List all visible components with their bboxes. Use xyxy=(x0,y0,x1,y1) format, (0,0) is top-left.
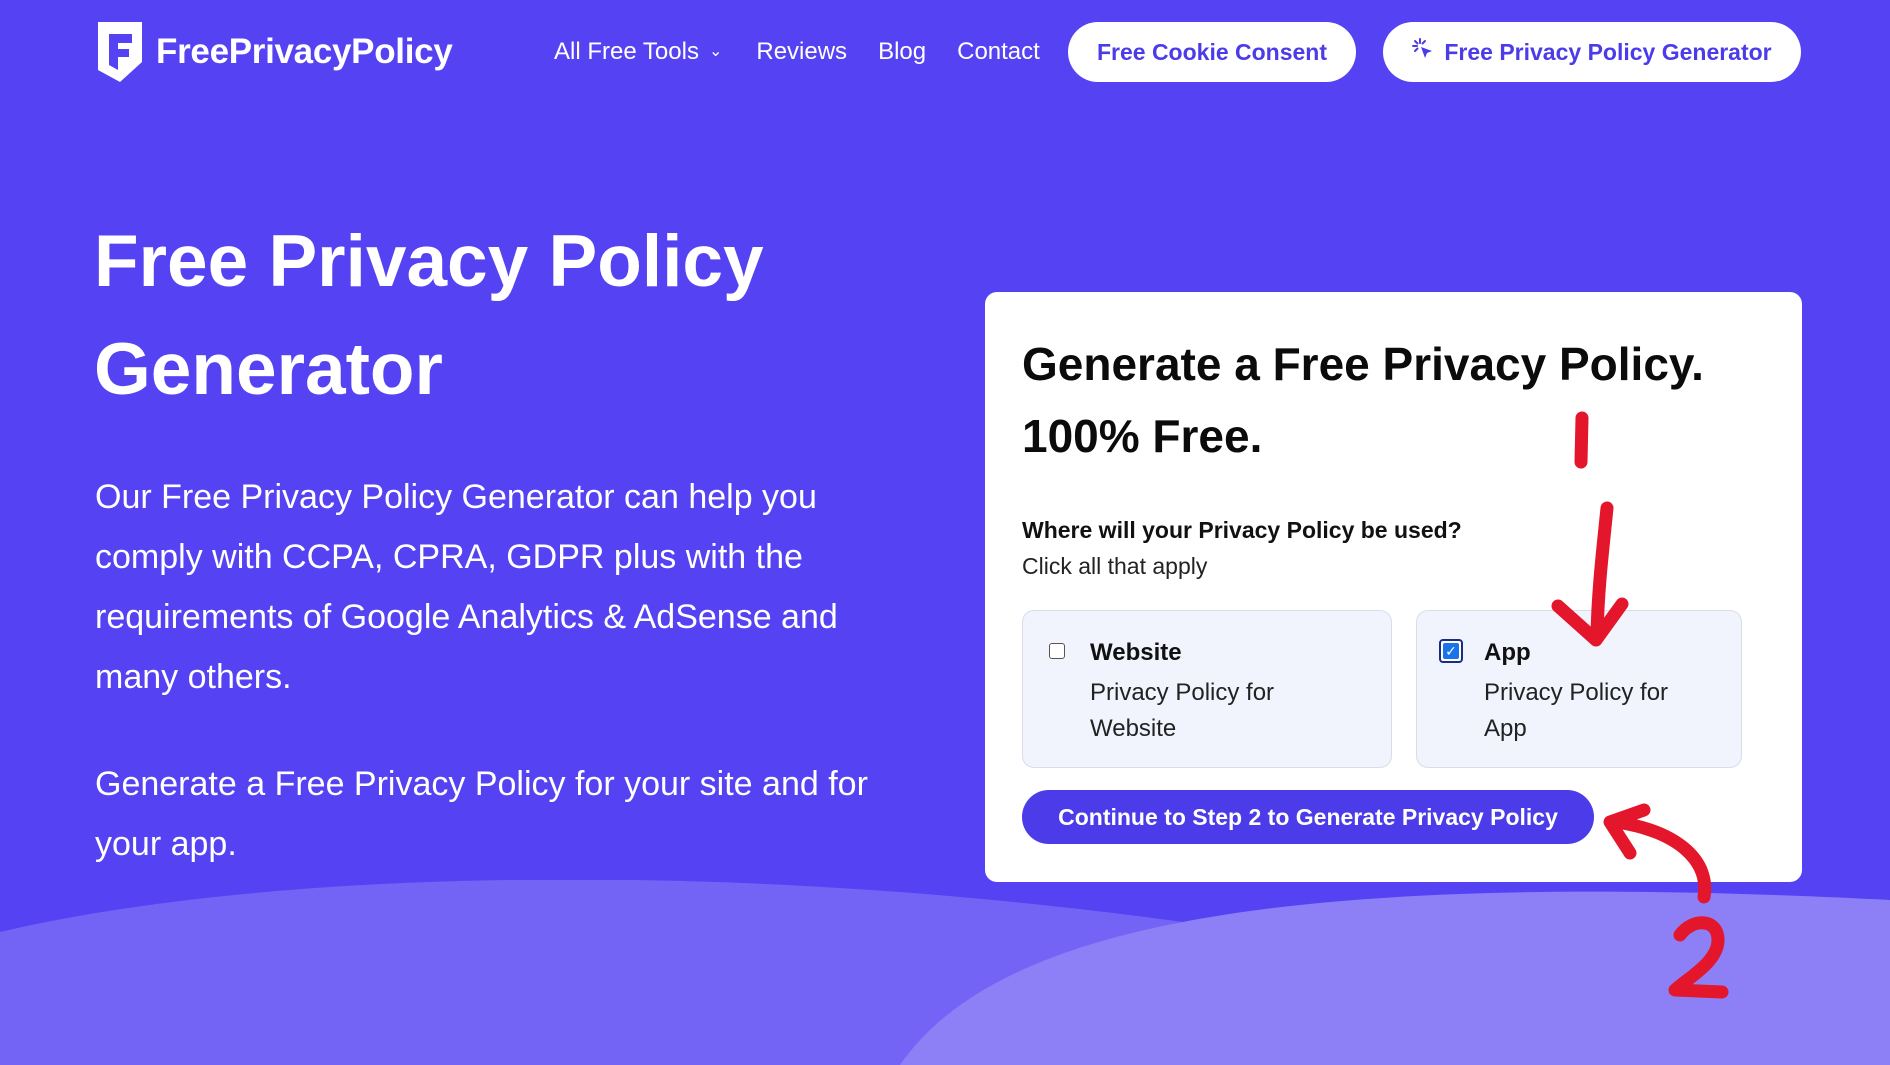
option-app-description: Privacy Policy for App xyxy=(1484,679,1669,742)
website-checkbox[interactable] xyxy=(1049,643,1065,659)
decorative-waves xyxy=(0,880,1890,1065)
nav-contact[interactable]: Contact xyxy=(957,38,1040,66)
nav-all-free-tools-label: All Free Tools xyxy=(554,38,699,65)
continue-step-2-button[interactable]: Continue to Step 2 to Generate Privacy P… xyxy=(1022,790,1594,844)
free-privacy-policy-generator-label: Free Privacy Policy Generator xyxy=(1444,38,1772,65)
nav-reviews[interactable]: Reviews xyxy=(756,38,847,66)
option-website[interactable]: Website Privacy Policy for Website xyxy=(1022,610,1392,768)
usage-subtext: Click all that apply xyxy=(1022,553,1208,579)
option-app-label: App xyxy=(1484,639,1531,666)
nav-blog[interactable]: Blog xyxy=(878,38,926,66)
option-website-description: Privacy Policy for Website xyxy=(1090,679,1275,742)
site-logo[interactable]: FreePrivacyPolicy xyxy=(94,20,453,84)
hero-title: Free Privacy Policy Generator xyxy=(94,221,764,410)
hero-paragraph-1: Our Free Privacy Policy Generator can he… xyxy=(95,478,838,696)
main-nav: All Free Tools ⌄ Reviews Blog Contact xyxy=(554,38,1040,66)
free-privacy-policy-generator-button[interactable]: Free Privacy Policy Generator xyxy=(1383,22,1801,82)
card-title-line-1: Generate a Free Privacy Policy. xyxy=(1022,338,1704,390)
usage-question: Where will your Privacy Policy be used? xyxy=(1022,517,1462,543)
sparkle-cursor-icon xyxy=(1412,38,1434,66)
generator-card: Generate a Free Privacy Policy. 100% Fre… xyxy=(985,292,1802,882)
card-title: Generate a Free Privacy Policy. 100% Fre… xyxy=(1022,328,1782,472)
checkmark-icon: ✓ xyxy=(1443,643,1459,659)
option-website-label: Website xyxy=(1090,639,1182,666)
card-title-line-2: 100% Free. xyxy=(1022,410,1263,462)
free-cookie-consent-button[interactable]: Free Cookie Consent xyxy=(1068,22,1356,82)
app-checkbox[interactable]: ✓ xyxy=(1439,639,1463,663)
hero-paragraph-2: Generate a Free Privacy Policy for your … xyxy=(95,765,868,863)
logo-text: FreePrivacyPolicy xyxy=(156,32,453,71)
logo-shield-icon xyxy=(98,22,142,82)
option-app[interactable]: ✓ App Privacy Policy for App xyxy=(1416,610,1742,768)
nav-all-free-tools[interactable]: All Free Tools ⌄ xyxy=(554,38,722,66)
chevron-down-icon: ⌄ xyxy=(708,43,723,60)
